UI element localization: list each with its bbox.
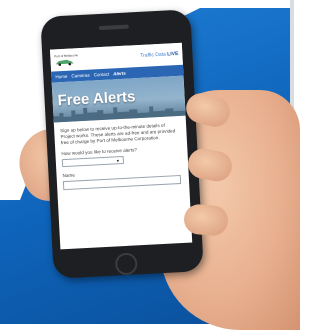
nav-alerts[interactable]: Alerts bbox=[113, 71, 126, 77]
alert-method-label: How would you like to receive alerts? bbox=[61, 147, 138, 157]
site-logo[interactable]: Port of Melbourne bbox=[54, 53, 78, 66]
nav-home[interactable]: Home bbox=[55, 74, 67, 80]
chevron-down-icon: ▼ bbox=[115, 157, 120, 163]
traffic-data-link-text: Traffic Data bbox=[140, 51, 168, 59]
smartphone: Port of Melbourne Traffic Data LIVE Home… bbox=[40, 9, 204, 279]
alert-method-select[interactable]: ▼ bbox=[61, 155, 125, 168]
phone-earpiece bbox=[98, 24, 129, 31]
hero-banner: Free Alerts bbox=[51, 75, 186, 123]
nav-contact[interactable]: Contact bbox=[93, 72, 109, 78]
traffic-data-live-link[interactable]: Traffic Data LIVE bbox=[140, 51, 178, 59]
intro-text: Sign up below to receive up-to-the-minut… bbox=[60, 122, 176, 146]
car-logo-icon bbox=[55, 59, 74, 66]
live-label: LIVE bbox=[167, 50, 179, 58]
signup-form: Sign up below to receive up-to-the-minut… bbox=[54, 116, 189, 191]
home-button[interactable] bbox=[114, 252, 138, 276]
nav-cameras[interactable]: Cameras bbox=[71, 73, 90, 79]
hand-finger-3 bbox=[182, 203, 230, 237]
name-input[interactable] bbox=[62, 174, 182, 191]
phone-screen: Port of Melbourne Traffic Data LIVE Home… bbox=[49, 42, 193, 250]
